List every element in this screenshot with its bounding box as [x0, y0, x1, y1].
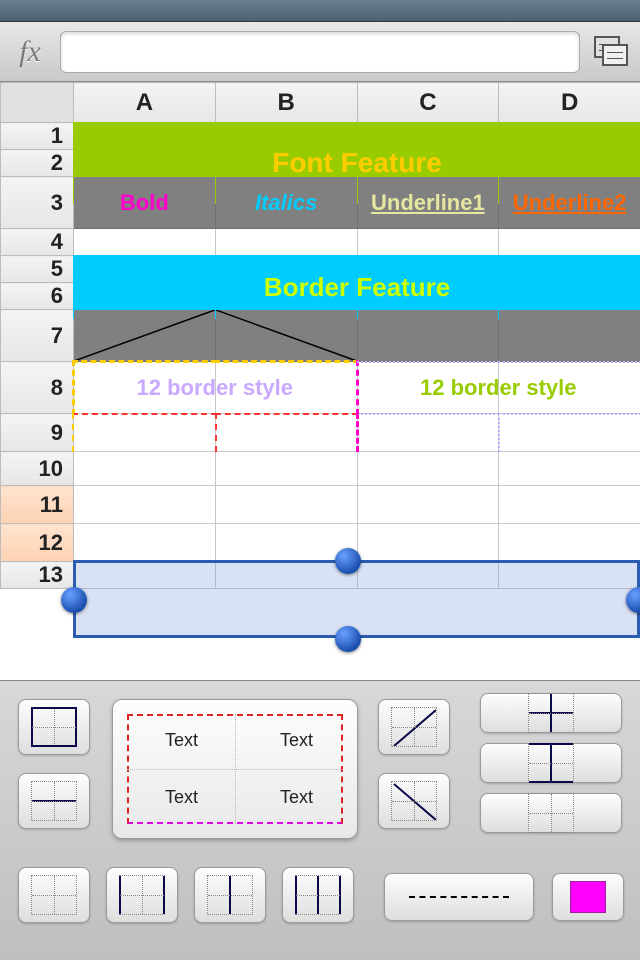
diagonal-down-icon [216, 310, 357, 361]
row-header[interactable]: 2 [1, 150, 74, 177]
border-diagonal-up-button[interactable] [378, 699, 450, 755]
row-header[interactable]: 8 [1, 362, 74, 414]
row-header[interactable]: 12 [1, 524, 74, 562]
border-left-right-button[interactable] [282, 867, 354, 923]
selection-handle[interactable] [335, 626, 361, 652]
col-header-a[interactable]: A [74, 83, 216, 123]
row-header[interactable]: 13 [1, 562, 74, 589]
border-toolbar: Text Text Text Text [0, 680, 640, 960]
col-header-c[interactable]: C [357, 83, 499, 123]
border-none-button[interactable] [18, 867, 90, 923]
preview-text: Text [165, 730, 198, 751]
border-none-small-button[interactable] [480, 793, 622, 833]
color-swatch [570, 881, 606, 913]
dashed-line-icon [409, 896, 509, 898]
fx-label: fx [8, 35, 52, 69]
cell-bold[interactable]: Bold [74, 190, 215, 216]
sheets-icon[interactable] [588, 32, 632, 72]
formula-bar: fx [0, 22, 640, 82]
border-diagonal-down-button[interactable] [378, 773, 450, 829]
row-header[interactable]: 4 [1, 229, 74, 256]
border-inside-vertical-button[interactable] [106, 867, 178, 923]
titlebar [0, 0, 640, 22]
line-style-button[interactable] [384, 873, 534, 921]
cell-underline2[interactable]: Underline2 [499, 190, 640, 216]
col-header-d[interactable]: D [499, 83, 640, 123]
row-header[interactable]: 11 [1, 486, 74, 524]
color-swatch-button[interactable] [552, 873, 624, 921]
preview-text: Text [280, 787, 313, 808]
row-header[interactable]: 10 [1, 452, 74, 486]
row-header[interactable]: 9 [1, 414, 74, 452]
select-all-corner[interactable] [1, 83, 74, 123]
selection-handle[interactable] [61, 587, 87, 613]
cell-italics[interactable]: Italics [216, 190, 357, 216]
border-vertical-middle-button[interactable] [194, 867, 266, 923]
col-header-b[interactable]: B [215, 83, 357, 123]
border-inside-cross-button[interactable] [480, 693, 622, 733]
border-outline-button[interactable] [18, 699, 90, 755]
border-horizontal-middle-button[interactable] [18, 773, 90, 829]
selection-handle[interactable] [626, 587, 640, 613]
row-header[interactable]: 7 [1, 310, 74, 362]
border-inside-horizontal-button[interactable] [480, 743, 622, 783]
formula-input[interactable] [60, 31, 580, 73]
preview-text: Text [280, 730, 313, 751]
preview-text: Text [165, 787, 198, 808]
row-header[interactable]: 5 [1, 256, 74, 283]
row-header[interactable]: 1 [1, 123, 74, 150]
cell-underline1[interactable]: Underline1 [358, 190, 499, 216]
row-header[interactable]: 3 [1, 177, 74, 229]
border-preview: Text Text Text Text [112, 699, 358, 839]
spreadsheet-grid[interactable]: A B C D 1 Font Feature 2 3 Bold Italics … [0, 82, 640, 680]
diagonal-up-icon [74, 310, 215, 361]
row-header[interactable]: 6 [1, 283, 74, 310]
